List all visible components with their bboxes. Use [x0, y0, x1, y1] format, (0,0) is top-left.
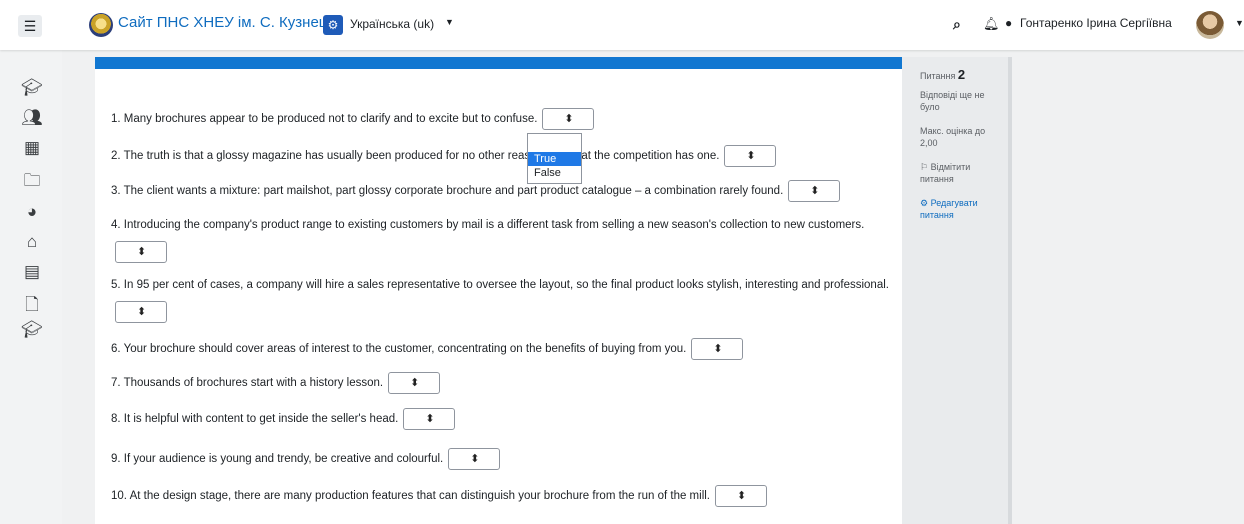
select-arrow-icon: ⬍	[746, 150, 756, 162]
question-1: 1. Many brochures appear to be produced …	[111, 108, 595, 130]
question-4: 4. Introducing the company's product ran…	[111, 219, 864, 231]
file-icon[interactable]: 🗋	[20, 292, 44, 314]
graduation-cap-icon[interactable]: 🎓︎	[20, 78, 44, 100]
question-panel: 1. Many brochures appear to be produced …	[95, 57, 902, 524]
question-number: 4.	[111, 219, 121, 231]
answer-select-9[interactable]: ⬍	[448, 448, 501, 470]
dashboard-icon[interactable]: ◕	[20, 202, 44, 224]
select-arrow-icon: ⬍	[564, 113, 574, 125]
question-text: The truth is that a glossy magazine has …	[123, 150, 720, 162]
left-nav-rail: 🎓︎ 👥︎ ▦ 🗀 ◕ ⌂ ▤ 🗋 🎓︎	[0, 50, 62, 524]
question-number: 5.	[111, 279, 121, 291]
folder-icon[interactable]: 🗀	[20, 168, 44, 190]
top-navbar: ☰ Сайт ПНС ХНЕУ ім. С. Кузнеця ⚙ Українс…	[0, 0, 1244, 50]
answer-select-4[interactable]: ⬍	[115, 241, 167, 263]
flag-icon: ⚐	[920, 162, 929, 172]
table-icon[interactable]: ▦	[20, 138, 44, 160]
question-8: 8. It is helpful with content to get ins…	[111, 408, 456, 430]
gear-icon: ⚙	[920, 198, 929, 208]
select-arrow-icon: ⬍	[713, 343, 723, 355]
answer-select-7[interactable]: ⬍	[388, 372, 441, 394]
calendar-icon[interactable]: ▤	[20, 262, 44, 284]
question-text: Many brochures appear to be produced not…	[123, 113, 538, 125]
select-arrow-icon: ⬍	[137, 246, 147, 258]
question-6: 6. Your brochure should cover areas of i…	[111, 338, 744, 360]
language-menu[interactable]: Українська (uk)	[350, 17, 434, 31]
bell-icon[interactable]: 🔔︎	[983, 16, 1000, 32]
question-number: 10.	[111, 490, 127, 502]
avatar[interactable]	[1196, 11, 1224, 39]
select-arrow-icon: ⬍	[810, 185, 820, 197]
question-text: In 95 per cent of cases, a company will …	[123, 279, 889, 291]
users-icon[interactable]: 👥︎	[20, 108, 44, 130]
question-text: It is helpful with content to get inside…	[123, 413, 399, 425]
answer-select-5[interactable]: ⬍	[115, 301, 167, 323]
progress-header-bar	[95, 57, 902, 69]
hamburger-icon[interactable]: ☰	[18, 15, 42, 37]
question-number: 1.	[111, 113, 121, 125]
select-dropdown-list: True False	[527, 133, 582, 184]
question-10: 10. At the design stage, there are many …	[111, 485, 767, 507]
flag-question-link[interactable]: ⚐ Відмітити питання	[920, 161, 998, 185]
panel-divider	[1008, 57, 1012, 524]
answer-select-8[interactable]: ⬍	[403, 408, 456, 430]
dropdown-option-true[interactable]: True	[528, 152, 581, 166]
chevron-down-icon[interactable]: ▼	[445, 17, 454, 27]
question-number: 7.	[111, 377, 121, 389]
question-3: 3. The client wants a mixture: part mail…	[111, 180, 841, 202]
select-arrow-icon: ⬍	[470, 453, 480, 465]
question-text: At the design stage, there are many prod…	[129, 490, 710, 502]
select-arrow-icon: ⬍	[137, 306, 147, 318]
answer-select-6[interactable]: ⬍	[691, 338, 744, 360]
language-gears-icon[interactable]: ⚙	[323, 15, 343, 35]
chat-icon[interactable]: ●	[1005, 16, 1012, 30]
question-5: 5. In 95 per cent of cases, a company wi…	[111, 279, 889, 291]
question-number: 6.	[111, 343, 121, 355]
question-info-panel: Питання 2 Відповіді ще не було Макс. оці…	[902, 57, 1010, 524]
select-arrow-icon: ⬍	[737, 490, 747, 502]
max-grade: Макс. оцінка до 2,00	[920, 126, 986, 148]
question-number: 2.	[111, 150, 121, 162]
question-9: 9. If your audience is young and trendy,…	[111, 448, 501, 470]
question-number: 8.	[111, 413, 121, 425]
answer-select-10[interactable]: ⬍	[715, 485, 767, 507]
question-text: Your brochure should cover areas of inte…	[123, 343, 687, 355]
question-number: 3.	[111, 185, 121, 197]
select-arrow-icon: ⬍	[425, 413, 435, 425]
graduation-cap-icon[interactable]: 🎓︎	[20, 320, 44, 342]
select-arrow-icon: ⬍	[410, 377, 420, 389]
chevron-down-icon[interactable]: ▼	[1235, 18, 1244, 28]
user-menu-name[interactable]: Гонтаренко Ірина Сергіївна	[1020, 16, 1172, 30]
dropdown-option-false[interactable]: False	[528, 166, 581, 180]
question-text: The client wants a mixture: part mailsho…	[123, 185, 784, 197]
answer-select-2[interactable]: ⬍	[724, 145, 777, 167]
question-2: 2. The truth is that a glossy magazine h…	[111, 145, 777, 167]
site-logo[interactable]	[89, 13, 113, 37]
answer-status: Відповіді ще не було	[920, 90, 985, 112]
question-number-label: Питання 2	[920, 67, 966, 82]
question-text: If your audience is young and trendy, be…	[123, 453, 444, 465]
edit-question-link[interactable]: ⚙ Редагувати питання	[920, 197, 998, 221]
question-7: 7. Thousands of brochures start with a h…	[111, 372, 441, 394]
home-icon[interactable]: ⌂	[20, 232, 44, 254]
question-number: 9.	[111, 453, 121, 465]
site-name-link[interactable]: Сайт ПНС ХНЕУ ім. С. Кузнеця	[118, 14, 336, 31]
question-text: Thousands of brochures start with a hist…	[123, 377, 384, 389]
question-text: Introducing the company's product range …	[123, 219, 865, 231]
answer-select-1[interactable]: ⬍	[542, 108, 595, 130]
answer-select-3[interactable]: ⬍	[788, 180, 841, 202]
search-icon[interactable]: ⌕	[953, 16, 961, 33]
